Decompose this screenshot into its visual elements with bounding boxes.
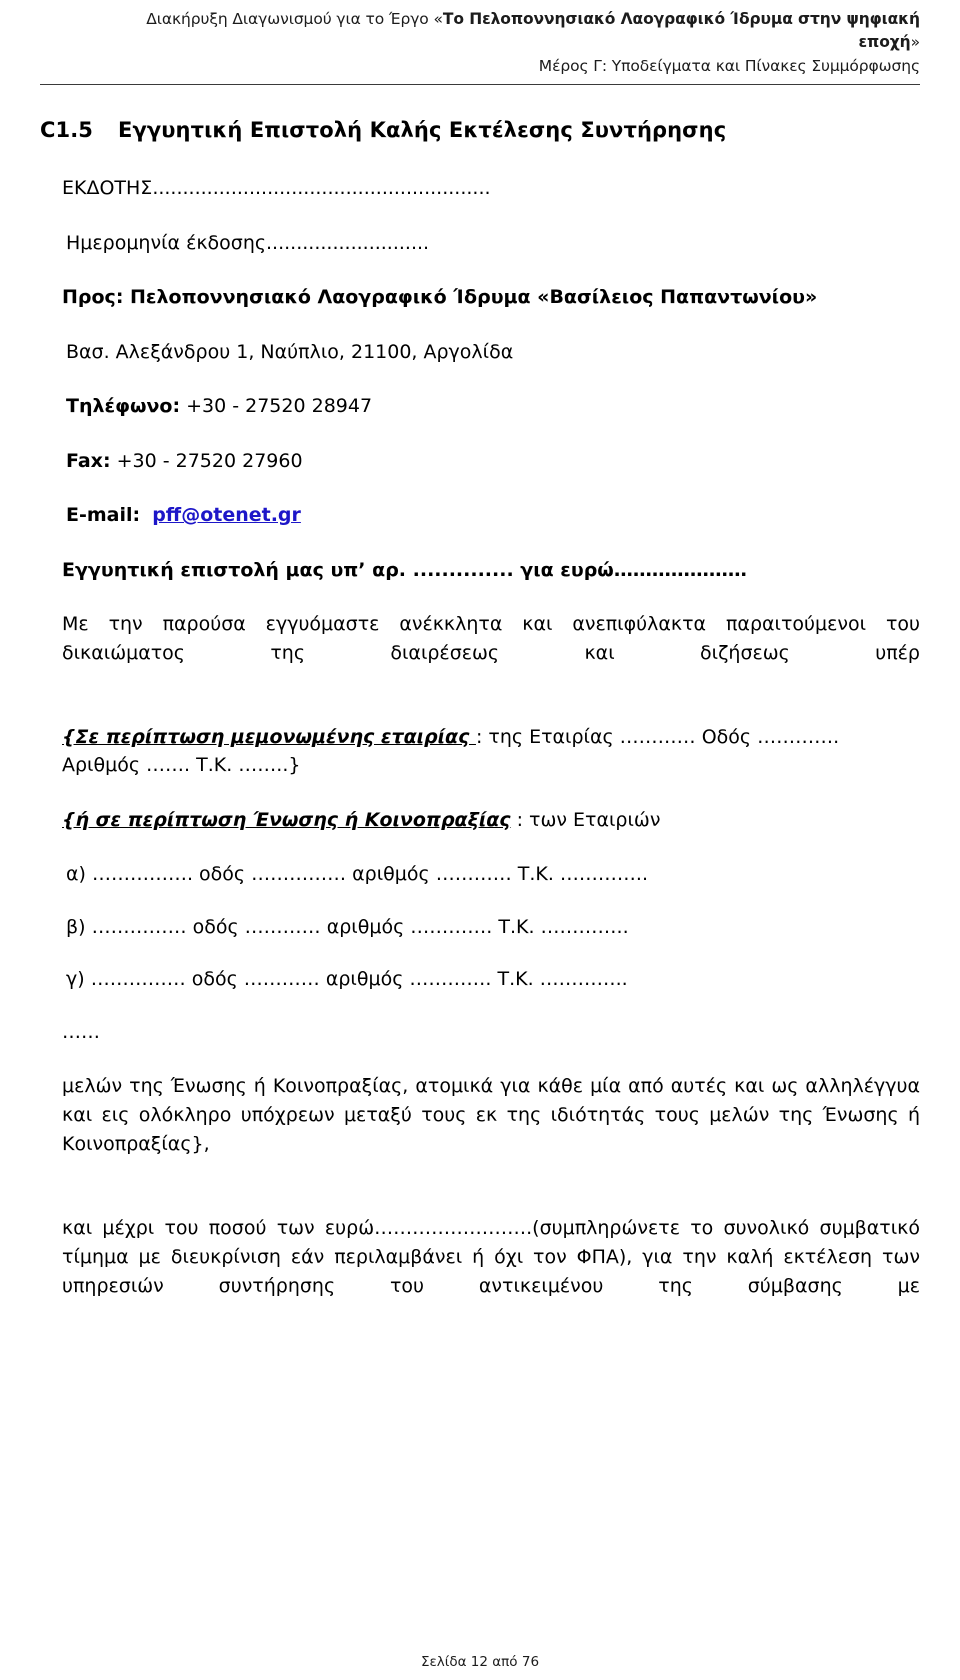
recipient-phone: Τηλέφωνο: +30 - 27520 28947 — [40, 392, 920, 421]
single-company-label: {Σε περίπτωση μεμονωμένης εταιρίας — [62, 725, 476, 748]
fax-label: Fax: — [66, 449, 111, 472]
member-entry-a: α) ……………. οδός …………… αριθμός ………… Τ.Κ. …… — [66, 863, 649, 886]
header-title-line: Διακήρυξη Διαγωνισμού για το Έργο «Το Πε… — [40, 8, 920, 31]
header-title-suffix: » — [910, 32, 920, 51]
fax-value: +30 - 27520 27960 — [110, 449, 303, 472]
header-title-prefix: Διακήρυξη Διαγωνισμού για το Έργο « — [146, 10, 443, 28]
document-body: C1.5 Εγγυητική Επιστολή Καλής Εκτέλεσης … — [40, 85, 920, 1330]
consortium-clause: {ή σε περίπτωση Ένωσης ή Κοινοπραξίας : … — [40, 806, 920, 835]
email-link[interactable]: pff@otenet.gr — [152, 504, 301, 526]
header-title-project: Το Πελοποννησιακό Λαογραφικό Ίδρυμα στην… — [442, 10, 920, 28]
recipient-address: Βασ. Αλεξάνδρου 1, Ναύπλιο, 21100, Αργολ… — [66, 340, 514, 363]
recipient-email: E-mail: pff@otenet.gr — [40, 501, 920, 530]
intro-paragraph: Με την παρούσα εγγυόμαστε ανέκκλητα και … — [62, 613, 920, 665]
member-entry-b: β) …………… οδός ………… αριθμός …………. Τ.Κ. ……… — [66, 915, 629, 938]
header-subtitle: Μέρος Γ: Υποδείγματα και Πίνακες Συμμόρφ… — [538, 56, 920, 75]
page-number-label: Σελίδα 12 από 76 — [420, 1654, 540, 1670]
single-company-clause: {Σε περίπτωση μεμονωμένης εταιρίας : της… — [40, 723, 920, 780]
section-number: C1.5 — [40, 117, 94, 142]
members-ellipsis: …… — [62, 1020, 100, 1043]
guarantee-reference-line: Εγγυητική επιστολή μας υπ’ αρ. .........… — [62, 558, 747, 581]
issue-date-line: Ημερομηνία έκδοσης......................… — [66, 231, 430, 254]
issuer-line: ΕΚΔΟΤΗΣ.................................… — [62, 177, 491, 200]
document-header: Διακήρυξη Διαγωνισμού για το Έργο «Το Πε… — [40, 0, 920, 78]
consortium-fields: : των Εταιριών — [510, 808, 661, 831]
member-entry-c: γ) …………… οδός ………… αριθμός …………. Τ.Κ. ……… — [66, 968, 628, 991]
members-paragraph: μελών της Ένωσης ή Κοινοπραξίας, ατομικά… — [62, 1075, 920, 1156]
page-footer: Σελίδα 12 από 76 — [0, 1654, 960, 1670]
header-title-line2: εποχή» — [40, 31, 921, 54]
amount-paragraph: και μέχρι του ποσού των ευρώ…………………….(συ… — [62, 1216, 920, 1297]
phone-value: +30 - 27520 28947 — [180, 395, 373, 418]
phone-label: Τηλέφωνο: — [66, 395, 181, 418]
document-page: Διακήρυξη Διαγωνισμού για το Έργο «Το Πε… — [0, 0, 960, 1680]
recipient-line: Προς: Πελοποννησιακό Λαογραφικό Ίδρυμα «… — [62, 286, 818, 309]
recipient-fax: Fax: +30 - 27520 27960 — [40, 447, 920, 476]
section-heading-text: Εγγυητική Επιστολή Καλής Εκτέλεσης Συντή… — [118, 117, 727, 142]
consortium-label: {ή σε περίπτωση Ένωσης ή Κοινοπραξίας — [62, 808, 511, 831]
email-label: E-mail: — [66, 504, 141, 527]
header-title-project-cont: εποχή — [858, 32, 911, 51]
page-title: C1.5 Εγγυητική Επιστολή Καλής Εκτέλεσης … — [40, 115, 920, 147]
